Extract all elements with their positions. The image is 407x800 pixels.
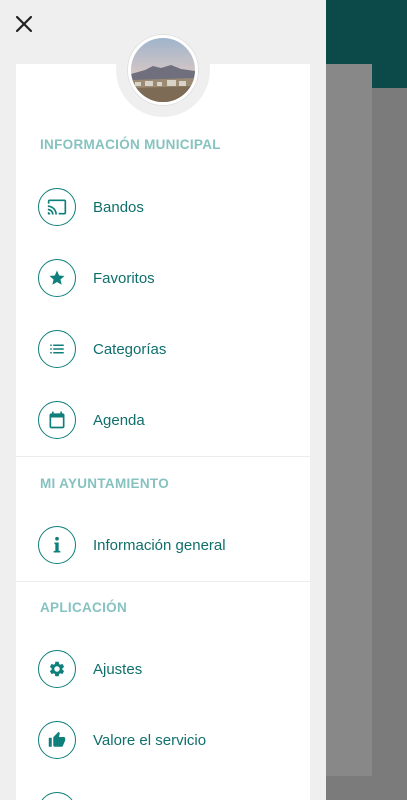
menu-item-label: Ajustes xyxy=(93,660,143,678)
calendar-icon xyxy=(38,401,76,439)
section-title-aplicacion: APLICACIÓN xyxy=(40,600,127,615)
menu-item-label: Favoritos xyxy=(93,269,155,287)
town-avatar xyxy=(128,35,198,105)
menu-item-bandos[interactable]: Bandos xyxy=(38,185,310,229)
menu-item-partial[interactable] xyxy=(38,789,310,800)
thumbs-up-icon xyxy=(38,721,76,759)
menu-item-ajustes[interactable]: Ajustes xyxy=(38,647,310,691)
info-icon xyxy=(38,526,76,564)
menu-item-categorias[interactable]: Categorías xyxy=(38,327,310,371)
star-icon xyxy=(38,259,76,297)
menu-item-valore-el-servicio[interactable]: Valore el servicio xyxy=(38,718,310,762)
cast-icon xyxy=(38,188,76,226)
menu-item-label: Categorías xyxy=(93,340,167,358)
menu-item-label: Información general xyxy=(93,536,226,554)
section-title-mi-ayuntamiento: MI AYUNTAMIENTO xyxy=(40,476,170,491)
close-button[interactable] xyxy=(10,10,38,38)
background-card xyxy=(320,64,372,776)
list-icon xyxy=(38,330,76,368)
section-divider xyxy=(16,581,310,582)
gear-icon xyxy=(38,650,76,688)
menu-item-favoritos[interactable]: Favoritos xyxy=(38,256,310,300)
section-divider xyxy=(16,456,310,457)
menu-item-label: Agenda xyxy=(93,411,145,429)
menu-item-label: Valore el servicio xyxy=(93,731,207,749)
avatar-ring xyxy=(116,23,210,117)
close-icon xyxy=(15,15,33,33)
menu-item-icon xyxy=(38,792,76,800)
menu-item-informacion-general[interactable]: Información general xyxy=(38,523,310,567)
menu-item-agenda[interactable]: Agenda xyxy=(38,398,310,442)
section-title-informacion-municipal: INFORMACIÓN MUNICIPAL xyxy=(40,137,221,152)
navigation-drawer: INFORMACIÓN MUNICIPAL Bandos Favoritos C… xyxy=(0,0,326,800)
menu-item-label: Bandos xyxy=(93,198,144,216)
landscape-photo-icon xyxy=(131,38,195,102)
